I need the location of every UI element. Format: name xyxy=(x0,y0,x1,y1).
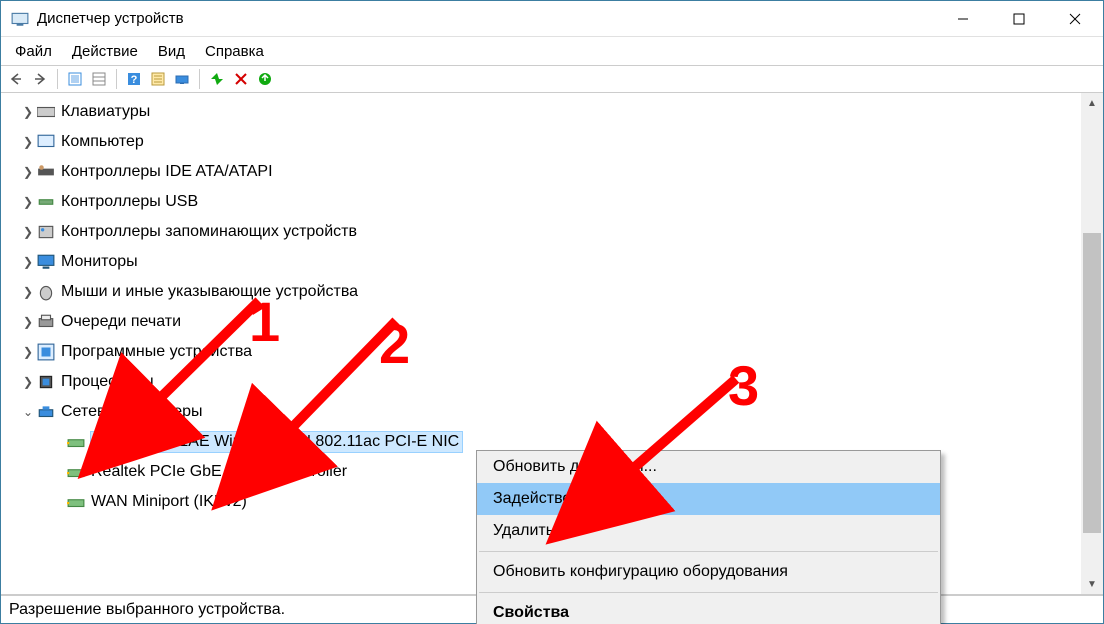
ctx-separator xyxy=(479,551,938,552)
show-hidden-button[interactable] xyxy=(64,68,86,90)
tree-label: Очереди печати xyxy=(61,313,181,331)
tree-label: Realtek 8821AE Wireless LAN 802.11ac PCI… xyxy=(91,432,462,452)
storage-icon xyxy=(37,223,55,241)
menu-action[interactable]: Действие xyxy=(62,40,148,63)
chevron-right-icon[interactable]: ❯ xyxy=(21,105,35,119)
printer-icon xyxy=(37,313,55,331)
tree-item-monitors[interactable]: ❯ Мониторы xyxy=(1,247,1079,277)
window-title: Диспетчер устройств xyxy=(37,10,935,27)
tree-item-computer[interactable]: ❯ Компьютер xyxy=(1,127,1079,157)
update-button[interactable] xyxy=(254,68,276,90)
ctx-delete[interactable]: Удалить xyxy=(477,515,940,547)
tree-item-storage[interactable]: ❯ Контроллеры запоминающих устройств xyxy=(1,217,1079,247)
titlebar: Диспетчер устройств xyxy=(1,1,1103,37)
tree-label: Процессоры xyxy=(61,373,154,391)
adapter-icon xyxy=(67,433,85,451)
tree-item-software[interactable]: ❯ Программные устройства xyxy=(1,337,1079,367)
chevron-right-icon[interactable]: ❯ xyxy=(21,255,35,269)
tree-label: Программные устройства xyxy=(61,343,252,361)
computer-icon xyxy=(37,133,55,151)
tree-label: Мониторы xyxy=(61,253,138,271)
menu-help[interactable]: Справка xyxy=(195,40,274,63)
tree-label: Компьютер xyxy=(61,133,144,151)
software-icon xyxy=(37,343,55,361)
ctx-enable[interactable]: Задействовать xyxy=(477,483,940,515)
monitor-icon xyxy=(37,253,55,271)
ctx-separator xyxy=(479,592,938,593)
toolbar-separator xyxy=(116,69,117,89)
status-text: Разрешение выбранного устройства. xyxy=(9,601,285,619)
maximize-button[interactable] xyxy=(991,1,1047,36)
minimize-button[interactable] xyxy=(935,1,991,36)
chevron-right-icon[interactable]: ❯ xyxy=(21,285,35,299)
adapter-icon xyxy=(67,463,85,481)
tree-label: WAN Miniport (IKEv2) xyxy=(91,493,247,511)
tree-item-network-adapters[interactable]: ⌄ Сетевые адаптеры xyxy=(1,397,1079,427)
ctx-properties[interactable]: Свойства xyxy=(477,597,940,624)
chevron-down-icon[interactable]: ⌄ xyxy=(21,405,35,419)
back-button[interactable] xyxy=(5,68,27,90)
tree-item-mice[interactable]: ❯ Мыши и иные указывающие устройства xyxy=(1,277,1079,307)
scroll-down-button[interactable]: ▼ xyxy=(1081,574,1103,594)
usb-icon xyxy=(37,193,55,211)
app-icon xyxy=(11,10,29,28)
mouse-icon xyxy=(37,283,55,301)
toolbar-separator xyxy=(57,69,58,89)
enable-button[interactable] xyxy=(206,68,228,90)
ctx-update-drivers[interactable]: Обновить драйверы... xyxy=(477,451,940,483)
tree-label: Сетевые адаптеры xyxy=(61,403,203,421)
tree-item-keyboards[interactable]: ❯ Клавиатуры xyxy=(1,97,1079,127)
chevron-right-icon[interactable]: ❯ xyxy=(21,375,35,389)
context-menu: Обновить драйверы... Задействовать Удали… xyxy=(476,450,941,624)
menu-file[interactable]: Файл xyxy=(5,40,62,63)
menu-view[interactable]: Вид xyxy=(148,40,195,63)
tree-label: Контроллеры USB xyxy=(61,193,198,211)
cpu-icon xyxy=(37,373,55,391)
scroll-up-button[interactable]: ▲ xyxy=(1081,93,1103,113)
chevron-right-icon[interactable]: ❯ xyxy=(21,315,35,329)
tree-label: Контроллеры запоминающих устройств xyxy=(61,223,357,241)
chevron-right-icon[interactable]: ❯ xyxy=(21,195,35,209)
tree-item-processors[interactable]: ❯ Процессоры xyxy=(1,367,1079,397)
tree-item-ide[interactable]: ❯ Контроллеры IDE ATA/ATAPI xyxy=(1,157,1079,187)
window-buttons xyxy=(935,1,1103,36)
svg-text:?: ? xyxy=(131,74,138,86)
chevron-right-icon[interactable]: ❯ xyxy=(21,135,35,149)
tree-label: Realtek PCIe GbE Family Controller xyxy=(91,463,347,481)
scroll-thumb[interactable] xyxy=(1083,233,1101,533)
keyboard-icon xyxy=(37,103,55,121)
forward-button[interactable] xyxy=(29,68,51,90)
network-icon xyxy=(37,403,55,421)
tree-label: Клавиатуры xyxy=(61,103,150,121)
tree-item-printqueues[interactable]: ❯ Очереди печати xyxy=(1,307,1079,337)
ctx-scan[interactable]: Обновить конфигурацию оборудования xyxy=(477,556,940,588)
scan-button[interactable] xyxy=(171,68,193,90)
tree-item-usb[interactable]: ❯ Контроллеры USB xyxy=(1,187,1079,217)
chevron-right-icon[interactable]: ❯ xyxy=(21,165,35,179)
uninstall-button[interactable] xyxy=(230,68,252,90)
help-button[interactable]: ? xyxy=(123,68,145,90)
adapter-icon xyxy=(67,493,85,511)
chevron-right-icon[interactable]: ❯ xyxy=(21,345,35,359)
details-button[interactable] xyxy=(88,68,110,90)
tree-label: Контроллеры IDE ATA/ATAPI xyxy=(61,163,273,181)
chevron-right-icon[interactable]: ❯ xyxy=(21,225,35,239)
close-button[interactable] xyxy=(1047,1,1103,36)
toolbar-separator xyxy=(199,69,200,89)
ide-icon xyxy=(37,163,55,181)
menubar: Файл Действие Вид Справка xyxy=(1,37,1103,65)
properties-button[interactable] xyxy=(147,68,169,90)
toolbar: ? xyxy=(1,65,1103,93)
tree-label: Мыши и иные указывающие устройства xyxy=(61,283,358,301)
vertical-scrollbar[interactable]: ▲ ▼ xyxy=(1081,93,1103,594)
device-manager-window: Диспетчер устройств Файл Действие Вид Сп… xyxy=(0,0,1104,624)
